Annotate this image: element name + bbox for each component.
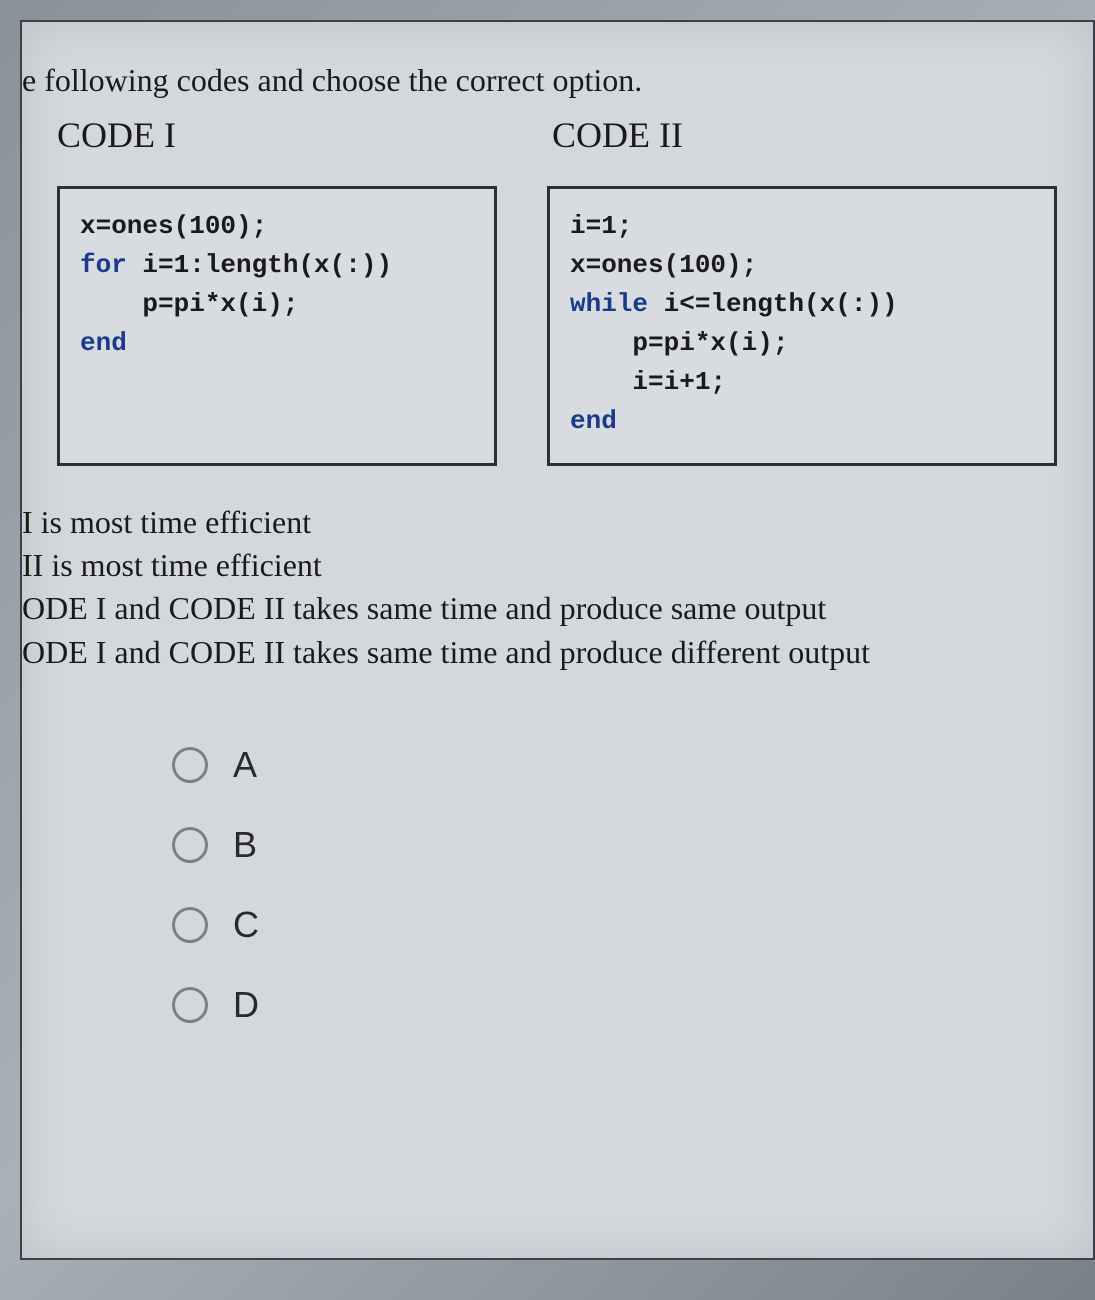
codes-row: x=ones(100); for i=1:length(x(:)) p=pi*x…: [22, 186, 1093, 466]
code2-line5: i=i+1;: [570, 367, 726, 397]
code1-for-keyword: for: [80, 250, 127, 280]
radio-icon: [172, 827, 208, 863]
question-prompt: e following codes and choose the correct…: [22, 62, 1093, 99]
answer-text-c: ODE I and CODE II takes same time and pr…: [22, 587, 1093, 630]
option-b-label: B: [233, 824, 257, 866]
code-box-1: x=ones(100); for i=1:length(x(:)) p=pi*x…: [57, 186, 497, 466]
answer-text-b: II is most time efficient: [22, 544, 1093, 587]
option-a-label: A: [233, 744, 257, 786]
answers-block: I is most time efficient II is most time…: [22, 501, 1093, 674]
radio-icon: [172, 907, 208, 943]
code-header-1: CODE I: [22, 114, 552, 156]
code2-line4: p=pi*x(i);: [570, 328, 788, 358]
code-box-2: i=1; x=ones(100); while i<=length(x(:)) …: [547, 186, 1057, 466]
option-d-label: D: [233, 984, 259, 1026]
option-a[interactable]: A: [172, 744, 1093, 786]
option-b[interactable]: B: [172, 824, 1093, 866]
options-block: A B C D: [22, 744, 1093, 1026]
option-d[interactable]: D: [172, 984, 1093, 1026]
code1-line3: p=pi*x(i);: [80, 289, 298, 319]
code1-end-keyword: end: [80, 328, 127, 358]
code1-line2-rest: i=1:length(x(:)): [127, 250, 392, 280]
page-container: e following codes and choose the correct…: [20, 20, 1095, 1260]
radio-icon: [172, 987, 208, 1023]
radio-icon: [172, 747, 208, 783]
code2-line3-rest: i<=length(x(:)): [648, 289, 898, 319]
code-headers-row: CODE I CODE II: [22, 114, 1093, 156]
code1-line1: x=ones(100);: [80, 211, 267, 241]
option-c[interactable]: C: [172, 904, 1093, 946]
code2-line2: x=ones(100);: [570, 250, 757, 280]
option-c-label: C: [233, 904, 259, 946]
answer-text-a: I is most time efficient: [22, 501, 1093, 544]
answer-text-d: ODE I and CODE II takes same time and pr…: [22, 631, 1093, 674]
code-header-2: CODE II: [552, 114, 683, 156]
code2-while-keyword: while: [570, 289, 648, 319]
code2-line1: i=1;: [570, 211, 632, 241]
code2-end-keyword: end: [570, 406, 617, 436]
